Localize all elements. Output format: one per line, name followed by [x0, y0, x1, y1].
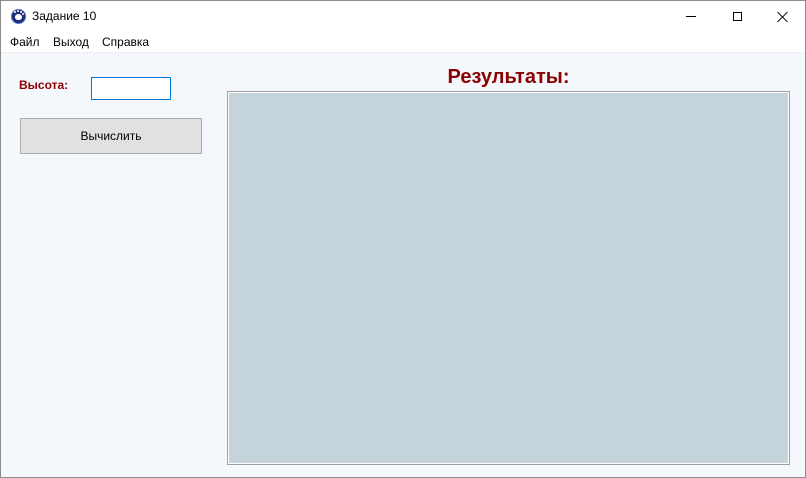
title-bar[interactable]: Задание 10 — [1, 1, 805, 32]
close-button[interactable] — [760, 1, 805, 32]
menu-item-help[interactable]: Справка — [102, 35, 149, 50]
results-output[interactable] — [227, 91, 790, 465]
client-area: Высота: Вычислить Результаты: — [1, 53, 805, 477]
height-input[interactable] — [91, 77, 171, 100]
menu-bar: Файл Выход Справка — [1, 32, 805, 53]
minimize-button[interactable] — [668, 1, 714, 32]
menu-item-exit[interactable]: Выход — [53, 35, 89, 50]
app-window: Задание 10 Файл Выход Справка Высота: Вы… — [0, 0, 806, 478]
height-label: Высота: — [19, 78, 69, 92]
close-icon — [777, 11, 789, 23]
paw-icon[interactable] — [11, 9, 26, 24]
calculate-button[interactable]: Вычислить — [20, 118, 202, 154]
menu-item-file[interactable]: Файл — [10, 35, 40, 50]
maximize-button[interactable] — [714, 1, 760, 32]
minimize-icon — [686, 16, 696, 17]
maximize-icon — [732, 12, 742, 21]
results-title: Результаты: — [447, 66, 570, 88]
window-title: Задание 10 — [32, 9, 97, 23]
